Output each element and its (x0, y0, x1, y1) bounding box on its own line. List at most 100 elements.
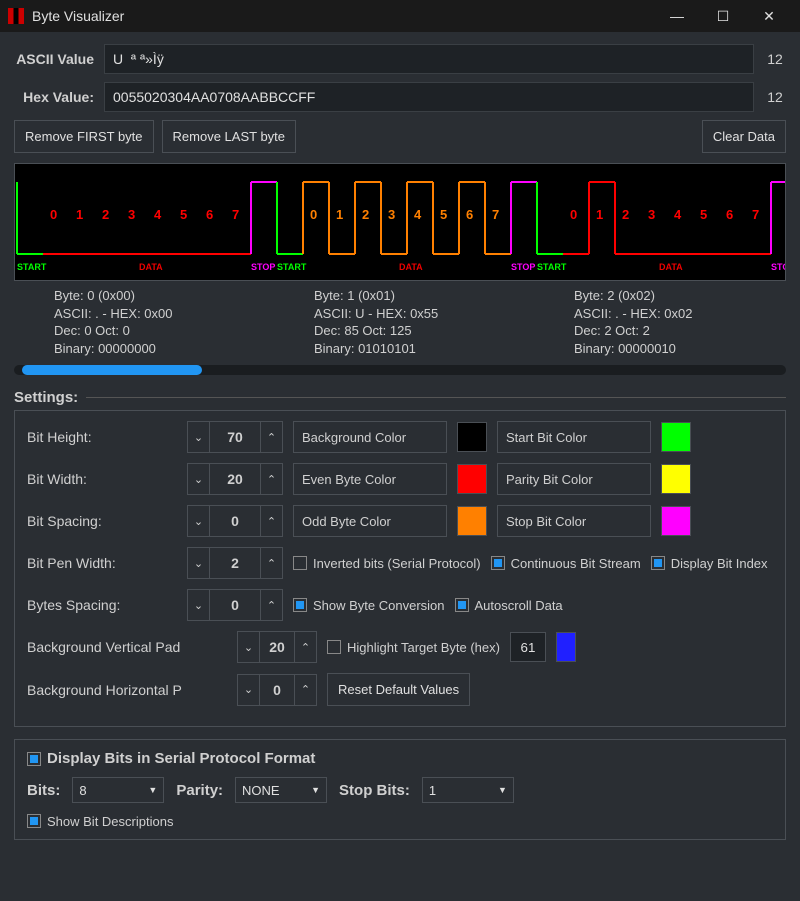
byte-info-row: Byte: 0 (0x00) ASCII: . - HEX: 0x00 Dec:… (14, 281, 786, 357)
stopbits-select[interactable]: 1 (422, 777, 514, 803)
byte-scrollbar[interactable] (14, 365, 786, 375)
odd-color-swatch[interactable] (457, 506, 487, 536)
start-color-button[interactable]: Start Bit Color (497, 421, 651, 453)
chevron-down-icon[interactable]: ⌄ (188, 464, 210, 494)
bg-vpad-spinner[interactable]: ⌄20⌃ (237, 631, 317, 663)
parity-color-swatch[interactable] (661, 464, 691, 494)
svg-text:2: 2 (622, 207, 629, 222)
svg-text:4: 4 (154, 207, 162, 222)
even-color-swatch[interactable] (457, 464, 487, 494)
bg-vpad-label: Background Vertical Pad (27, 639, 227, 655)
hex-input[interactable] (104, 82, 754, 112)
chevron-up-icon[interactable]: ⌃ (260, 590, 282, 620)
bg-hpad-spinner[interactable]: ⌄0⌃ (237, 674, 317, 706)
bit-pen-width-spinner[interactable]: ⌄2⌃ (187, 547, 283, 579)
chevron-down-icon[interactable]: ⌄ (238, 675, 260, 705)
chevron-down-icon[interactable]: ⌄ (188, 548, 210, 578)
display-bit-index-checkbox[interactable]: Display Bit Index (651, 556, 768, 571)
byte-info-line: Dec: 2 Oct: 2 (574, 322, 800, 340)
show-bit-descriptions-checkbox[interactable]: Show Bit Descriptions (27, 814, 173, 829)
settings-panel: Bit Height: ⌄70⌃ Background Color Start … (14, 410, 786, 727)
scroll-thumb[interactable] (22, 365, 202, 375)
svg-text:0: 0 (310, 207, 317, 222)
byte-info-line: Binary: 00000010 (574, 340, 800, 358)
byte-info-line: ASCII: . - HEX: 0x02 (574, 305, 800, 323)
svg-text:6: 6 (466, 207, 473, 222)
serial-format-checkbox[interactable]: Display Bits in Serial Protocol Format (27, 750, 315, 767)
start-color-swatch[interactable] (661, 422, 691, 452)
parity-select[interactable]: NONE (235, 777, 327, 803)
continuous-stream-checkbox[interactable]: Continuous Bit Stream (491, 556, 641, 571)
bit-width-spinner[interactable]: ⌄20⌃ (187, 463, 283, 495)
bytes-spacing-spinner[interactable]: ⌄0⌃ (187, 589, 283, 621)
svg-text:6: 6 (726, 207, 733, 222)
byte-info-2: Byte: 2 (0x02) ASCII: . - HEX: 0x02 Dec:… (574, 287, 800, 357)
bit-pen-width-label: Bit Pen Width: (27, 555, 177, 571)
chevron-down-icon[interactable]: ⌄ (188, 506, 210, 536)
highlight-color-swatch[interactable] (556, 632, 576, 662)
chevron-up-icon[interactable]: ⌃ (260, 422, 282, 452)
serial-panel: Display Bits in Serial Protocol Format B… (14, 739, 786, 840)
byte-info-line: Byte: 1 (0x01) (314, 287, 574, 305)
chevron-up-icon[interactable]: ⌃ (260, 464, 282, 494)
chevron-down-icon[interactable]: ⌄ (238, 632, 260, 662)
hex-label: Hex Value: (14, 89, 94, 105)
byte-info-1: Byte: 1 (0x01) ASCII: U - HEX: 0x55 Dec:… (314, 287, 574, 357)
svg-text:6: 6 (206, 207, 213, 222)
svg-text:1: 1 (596, 207, 603, 222)
waveform-viewport[interactable]: START01234567DATASTOPSTART01234567DATAST… (14, 163, 786, 281)
bg-color-button[interactable]: Background Color (293, 421, 447, 453)
maximize-button[interactable]: ☐ (700, 0, 746, 32)
bg-color-swatch[interactable] (457, 422, 487, 452)
ascii-input[interactable] (104, 44, 754, 74)
even-color-button[interactable]: Even Byte Color (293, 463, 447, 495)
svg-text:0: 0 (570, 207, 577, 222)
clear-data-button[interactable]: Clear Data (702, 120, 786, 153)
byte-info-line: Dec: 85 Oct: 125 (314, 322, 574, 340)
byte-info-line: ASCII: U - HEX: 0x55 (314, 305, 574, 323)
svg-text:7: 7 (492, 207, 499, 222)
byte-info-line: Binary: 00000000 (54, 340, 314, 358)
bit-spacing-spinner[interactable]: ⌄0⌃ (187, 505, 283, 537)
remove-last-button[interactable]: Remove LAST byte (162, 120, 296, 153)
stop-color-button[interactable]: Stop Bit Color (497, 505, 651, 537)
svg-text:0: 0 (50, 207, 57, 222)
svg-text:3: 3 (388, 207, 395, 222)
svg-text:DATA: DATA (659, 262, 683, 272)
bits-label: Bits: (27, 782, 60, 799)
chevron-up-icon[interactable]: ⌃ (260, 506, 282, 536)
svg-text:DATA: DATA (399, 262, 423, 272)
bit-height-spinner[interactable]: ⌄70⌃ (187, 421, 283, 453)
stopbits-label: Stop Bits: (339, 782, 410, 799)
odd-color-button[interactable]: Odd Byte Color (293, 505, 447, 537)
svg-text:START: START (17, 262, 47, 272)
show-byte-conversion-checkbox[interactable]: Show Byte Conversion (293, 598, 445, 613)
byte-info-line: Byte: 2 (0x02) (574, 287, 800, 305)
close-button[interactable]: ✕ (746, 0, 792, 32)
chevron-down-icon[interactable]: ⌄ (188, 422, 210, 452)
reset-defaults-button[interactable]: Reset Default Values (327, 673, 470, 706)
svg-text:7: 7 (752, 207, 759, 222)
stop-color-swatch[interactable] (661, 506, 691, 536)
hex-count: 12 (764, 89, 786, 105)
parity-color-button[interactable]: Parity Bit Color (497, 463, 651, 495)
chevron-down-icon[interactable]: ⌄ (188, 590, 210, 620)
byte-info-line: Byte: 0 (0x00) (54, 287, 314, 305)
bits-select[interactable]: 8 (72, 777, 164, 803)
svg-text:5: 5 (700, 207, 707, 222)
svg-text:4: 4 (414, 207, 422, 222)
svg-text:4: 4 (674, 207, 682, 222)
chevron-up-icon[interactable]: ⌃ (294, 675, 316, 705)
window-title: Byte Visualizer (32, 8, 654, 24)
minimize-button[interactable]: — (654, 0, 700, 32)
svg-text:3: 3 (648, 207, 655, 222)
inverted-bits-checkbox[interactable]: Inverted bits (Serial Protocol) (293, 556, 481, 571)
autoscroll-checkbox[interactable]: Autoscroll Data (455, 598, 563, 613)
svg-text:STOP: STOP (771, 262, 786, 272)
highlight-value-input[interactable] (510, 632, 546, 662)
bytes-spacing-label: Bytes Spacing: (27, 597, 177, 613)
remove-first-button[interactable]: Remove FIRST byte (14, 120, 154, 153)
highlight-target-checkbox[interactable]: Highlight Target Byte (hex) (327, 640, 500, 655)
chevron-up-icon[interactable]: ⌃ (260, 548, 282, 578)
chevron-up-icon[interactable]: ⌃ (294, 632, 316, 662)
